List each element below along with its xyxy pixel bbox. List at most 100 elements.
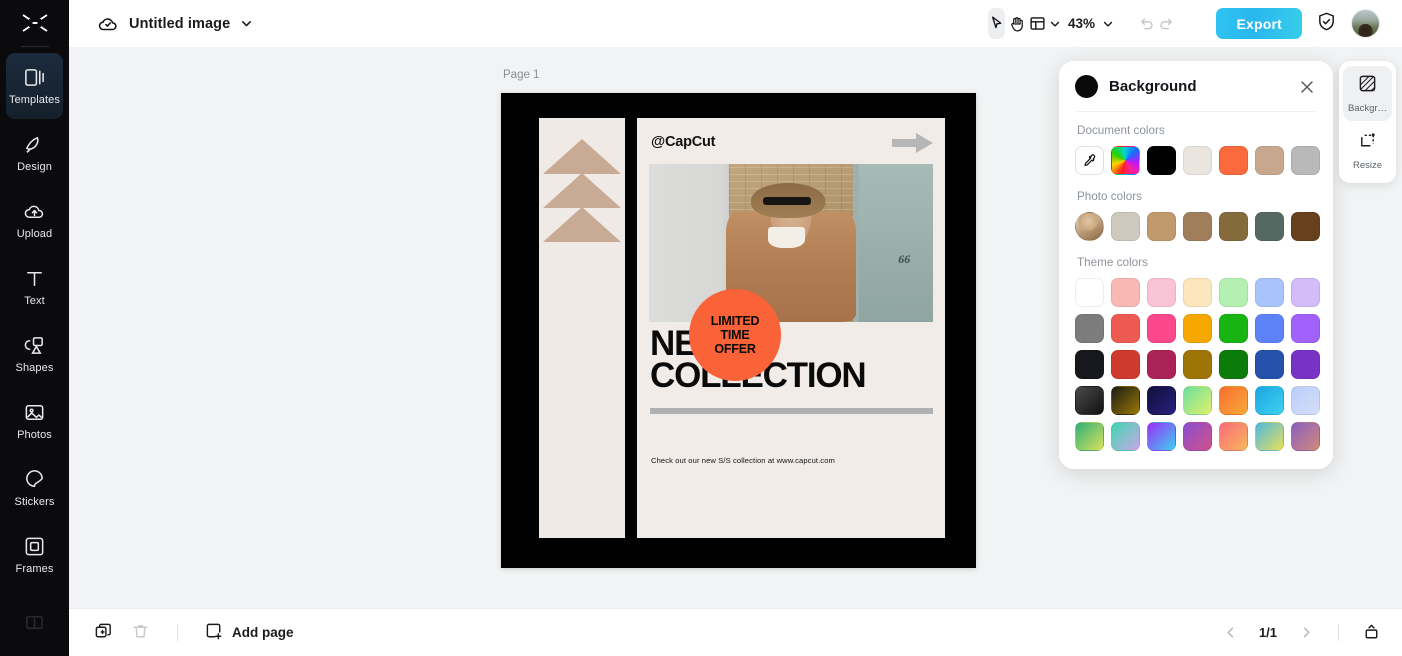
sidebar-item-text[interactable]: Text [6, 254, 63, 320]
theme-color-swatch[interactable] [1183, 314, 1212, 343]
redo-button[interactable] [1158, 8, 1175, 39]
sidebar-item-more[interactable] [6, 589, 63, 655]
theme-color-swatch[interactable] [1255, 314, 1284, 343]
theme-color-swatch[interactable] [1075, 350, 1104, 379]
theme-gradient-swatch[interactable] [1111, 422, 1140, 451]
sidebar-item-stickers[interactable]: Stickers [6, 455, 63, 521]
resize-icon [1358, 131, 1377, 155]
theme-color-swatch[interactable] [1219, 350, 1248, 379]
prev-page-button[interactable] [1219, 622, 1241, 644]
theme-gradient-swatch[interactable] [1075, 422, 1104, 451]
theme-color-swatch[interactable] [1291, 350, 1320, 379]
theme-color-swatch[interactable] [1075, 314, 1104, 343]
theme-gradient-swatch[interactable] [1147, 386, 1176, 415]
theme-color-swatch[interactable] [1183, 278, 1212, 307]
sidebar-item-templates[interactable]: Templates [6, 53, 63, 120]
theme-gradient-swatch[interactable] [1255, 422, 1284, 451]
triangle-shape[interactable] [543, 173, 621, 208]
photo-thumbnail-swatch[interactable] [1075, 212, 1104, 241]
add-page-label: Add page [232, 625, 294, 640]
poster-card[interactable]: @CapCut 66 NEW COLLECT [637, 118, 945, 538]
poster-divider-bar[interactable] [650, 408, 933, 414]
select-tool-button[interactable] [988, 8, 1005, 39]
layout-tool-button[interactable] [1029, 8, 1046, 39]
close-icon[interactable] [1297, 77, 1317, 97]
zoom-level-value[interactable]: 43% [1064, 16, 1099, 31]
sidebar-item-shapes[interactable]: Shapes [6, 321, 63, 387]
chevron-down-icon[interactable] [240, 17, 253, 30]
theme-color-swatch[interactable] [1147, 350, 1176, 379]
photo-color-swatch[interactable] [1147, 212, 1176, 241]
poster-photo[interactable]: 66 [649, 164, 933, 322]
theme-gradient-swatch[interactable] [1219, 422, 1248, 451]
theme-gradient-swatch[interactable] [1147, 422, 1176, 451]
sidebar-item-design[interactable]: Design [6, 120, 63, 186]
photo-color-swatch[interactable] [1219, 212, 1248, 241]
theme-color-swatch[interactable] [1183, 350, 1212, 379]
eyedropper-icon[interactable] [1075, 146, 1104, 175]
sidebar-item-upload[interactable]: Upload [6, 187, 63, 253]
theme-gradient-swatch[interactable] [1219, 386, 1248, 415]
theme-color-swatch[interactable] [1147, 278, 1176, 307]
sidebar-item-frames[interactable]: Frames [6, 522, 63, 588]
layout-dropdown-button[interactable] [1049, 8, 1061, 39]
hand-tool-button[interactable] [1008, 8, 1026, 39]
right-item-background[interactable]: Backgr… [1343, 66, 1392, 121]
theme-color-swatch[interactable] [1219, 314, 1248, 343]
theme-color-swatch[interactable] [1219, 278, 1248, 307]
avatar[interactable] [1351, 9, 1380, 38]
theme-color-swatch[interactable] [1111, 314, 1140, 343]
theme-gradient-swatch[interactable] [1075, 386, 1104, 415]
frames-icon [23, 535, 46, 558]
document-color-swatch[interactable] [1291, 146, 1320, 175]
document-color-swatch[interactable] [1147, 146, 1176, 175]
sidebar-item-photos[interactable]: Photos [6, 388, 63, 454]
photo-color-swatch[interactable] [1291, 212, 1320, 241]
add-page-button[interactable]: Add page [205, 622, 294, 644]
theme-gradient-swatch[interactable] [1183, 386, 1212, 415]
theme-color-swatch[interactable] [1255, 350, 1284, 379]
bottom-divider-2 [1338, 624, 1339, 641]
photo-color-swatch[interactable] [1183, 212, 1212, 241]
triangle-shape[interactable] [543, 207, 621, 242]
zoom-dropdown-button[interactable] [1102, 8, 1114, 39]
triangle-shape[interactable] [543, 139, 621, 174]
rainbow-color-picker-swatch[interactable] [1111, 146, 1140, 175]
limited-time-offer-badge[interactable]: LIMITED TIME OFFER [689, 289, 781, 381]
document-color-swatch[interactable] [1183, 146, 1212, 175]
theme-color-swatch[interactable] [1111, 350, 1140, 379]
theme-color-swatch[interactable] [1291, 314, 1320, 343]
export-button[interactable]: Export [1216, 8, 1302, 39]
theme-color-swatch[interactable] [1255, 278, 1284, 307]
theme-gradient-swatch[interactable] [1291, 422, 1320, 451]
document-color-swatch[interactable] [1255, 146, 1284, 175]
poster-handle[interactable]: @CapCut [651, 134, 715, 150]
right-arrow-shape[interactable] [892, 132, 934, 154]
duplicate-page-button[interactable] [94, 622, 113, 644]
photo-color-swatch[interactable] [1255, 212, 1284, 241]
theme-color-swatch[interactable] [1075, 278, 1104, 307]
page-preview-button[interactable] [1360, 622, 1382, 644]
theme-color-swatch[interactable] [1291, 278, 1320, 307]
document-color-swatch[interactable] [1219, 146, 1248, 175]
theme-gradient-swatch[interactable] [1291, 386, 1320, 415]
theme-color-swatch[interactable] [1147, 314, 1176, 343]
design-page[interactable]: @CapCut 66 NEW COLLECT [501, 93, 976, 568]
current-background-swatch[interactable] [1075, 75, 1098, 98]
theme-gradient-swatch[interactable] [1255, 386, 1284, 415]
undo-button[interactable] [1138, 8, 1155, 39]
theme-color-swatch[interactable] [1111, 278, 1140, 307]
poster-left-strip[interactable] [539, 118, 625, 538]
right-item-resize[interactable]: Resize [1343, 123, 1392, 178]
next-page-button[interactable] [1295, 622, 1317, 644]
cloud-saved-icon[interactable] [97, 13, 119, 35]
theme-gradient-swatch[interactable] [1111, 386, 1140, 415]
delete-page-button[interactable] [131, 622, 150, 644]
theme-gradient-swatch[interactable] [1183, 422, 1212, 451]
shield-check-icon[interactable] [1316, 11, 1337, 37]
capcut-logo-icon[interactable] [0, 0, 69, 46]
poster-footer-text[interactable]: Check out our new S/S collection at www.… [651, 456, 835, 465]
photo-color-swatch[interactable] [1111, 212, 1140, 241]
duplicate-page-icon [94, 622, 113, 644]
document-title[interactable]: Untitled image [129, 16, 230, 32]
